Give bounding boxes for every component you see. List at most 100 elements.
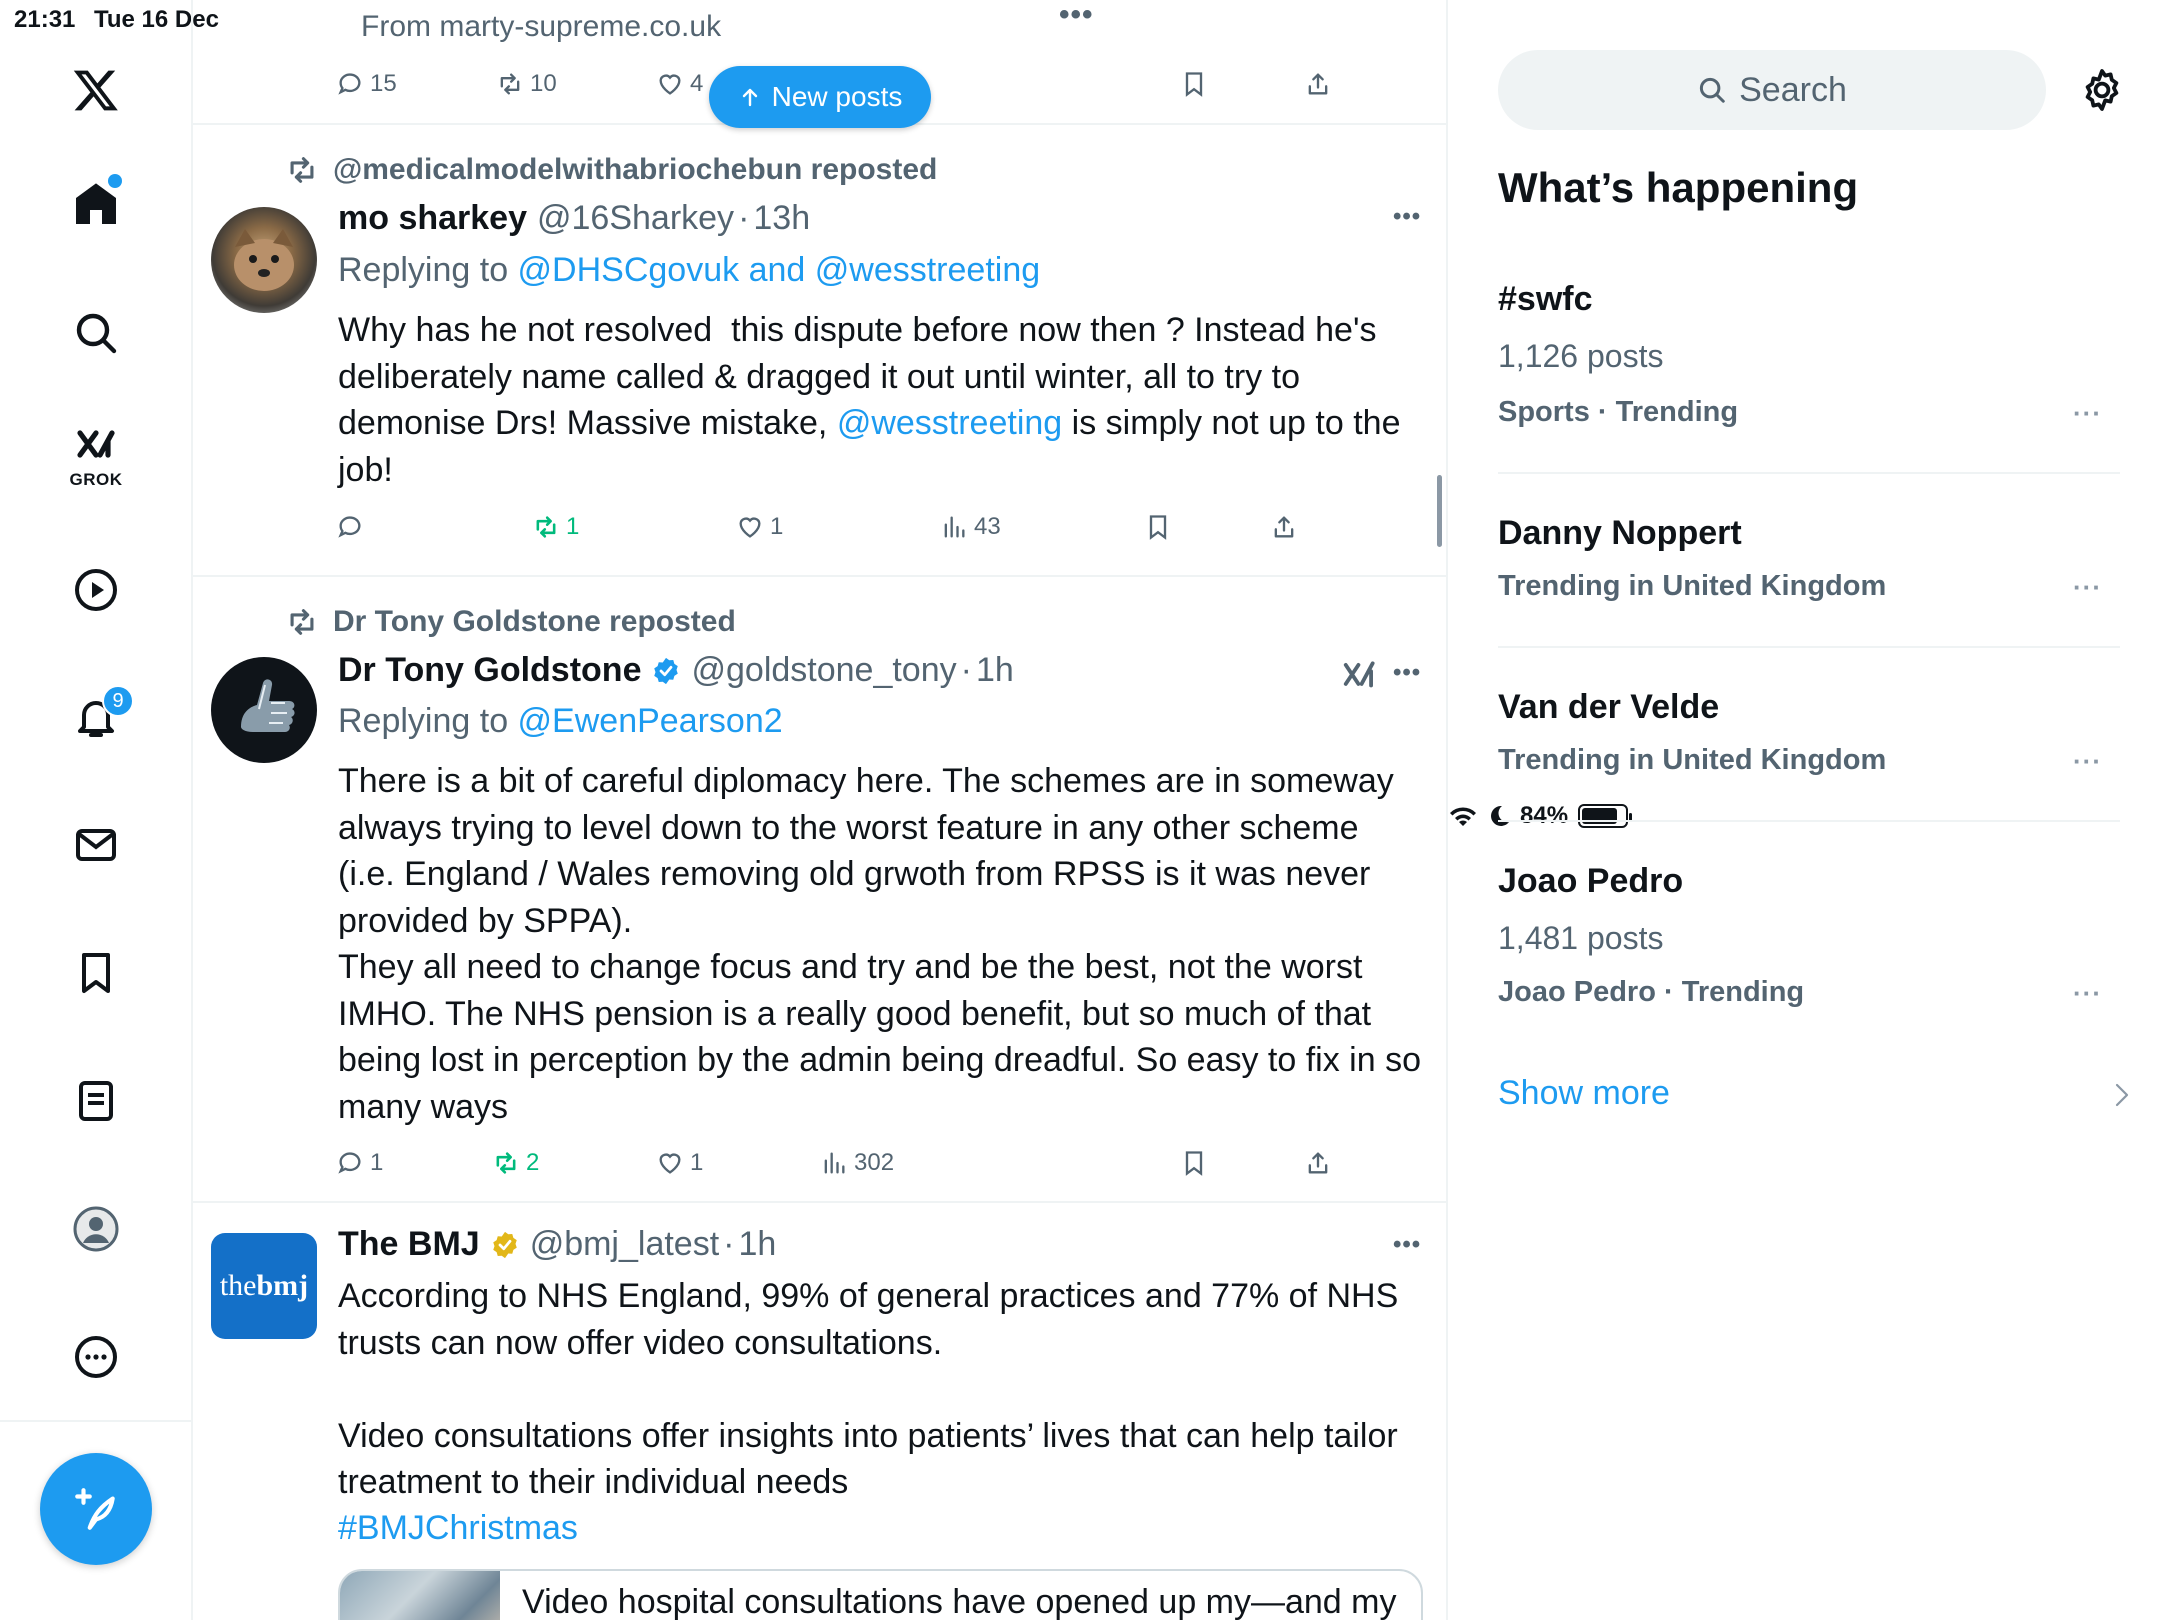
author-name[interactable]: The BMJ (338, 1225, 480, 1264)
trend-item[interactable]: Danny Noppert Trending in United Kingdom… (1498, 474, 2120, 648)
xray-hand-avatar (241, 679, 295, 732)
repost-button[interactable]: 10 (496, 64, 557, 104)
compose-feather-icon (75, 1488, 115, 1530)
nav-more[interactable] (56, 1317, 136, 1397)
trend-item[interactable]: #swfc 1,126 posts Sports · Trending ··· (1498, 270, 2120, 474)
post-time[interactable]: 13h (753, 199, 810, 238)
post-text: Why has he not resolved this dispute bef… (338, 307, 1423, 493)
reply-button[interactable]: 15 (336, 64, 397, 104)
views-button[interactable]: 43 (940, 507, 1001, 547)
nav-grok[interactable]: GROK (56, 420, 136, 500)
repost-button[interactable]: 2 (492, 1143, 539, 1183)
nav-notifications[interactable]: 9 (56, 677, 136, 757)
bookmark-button[interactable] (1180, 64, 1208, 104)
like-button[interactable]: 4 (656, 64, 703, 104)
gold-verified-badge-icon (492, 1231, 517, 1258)
trend-item[interactable]: Joao Pedro 1,481 posts Joao Pedro · Tren… (1498, 822, 2120, 1046)
x-logo-icon[interactable] (56, 50, 136, 130)
search-input[interactable]: Search (1498, 50, 2046, 130)
nav-messages[interactable] (56, 805, 136, 885)
more-options-icon[interactable]: ••• (1393, 1231, 1421, 1259)
more-options-icon[interactable]: ••• (1059, 0, 1094, 32)
replying-to-link[interactable]: @EwenPearson2 (518, 702, 783, 740)
search-icon (76, 313, 117, 354)
share-button[interactable] (1304, 64, 1332, 104)
post-mo-sharkey[interactable]: @medicalmodelwithabriochebun reposted mo… (193, 125, 1446, 577)
bookmark-icon (82, 953, 110, 993)
search-icon (1700, 77, 1725, 103)
like-button[interactable]: 1 (736, 507, 783, 547)
more-options-icon[interactable]: ··· (2073, 572, 2102, 603)
timeline[interactable]: From marty-supreme.co.uk ••• 15 10 4 New… (193, 0, 1448, 1620)
compose-button[interactable] (40, 1453, 152, 1565)
profile-avatar-icon (73, 1206, 119, 1252)
verified-badge-icon (654, 657, 679, 684)
avatar[interactable] (211, 657, 317, 763)
post-header: The BMJ @bmj_latest · 1h (338, 1225, 776, 1264)
chevron-right-icon[interactable] (2112, 1080, 2132, 1110)
nav-home[interactable] (56, 164, 136, 244)
nav-profile[interactable] (56, 1189, 136, 1269)
repost-button[interactable]: 1 (532, 507, 579, 547)
post-source[interactable]: From marty-supreme.co.uk (361, 10, 721, 44)
reply-button[interactable]: 1 (336, 1143, 383, 1183)
more-options-icon[interactable]: ··· (2073, 398, 2102, 429)
more-options-icon[interactable]: ••• (1393, 203, 1421, 231)
repost-icon (290, 609, 314, 635)
bmj-logo-text: the (219, 1269, 257, 1302)
more-options-icon[interactable]: ••• (1393, 659, 1421, 687)
grok-icon[interactable] (1341, 657, 1379, 695)
scrollbar-thumb[interactable] (1437, 475, 1442, 547)
nav-bookmarks[interactable] (56, 933, 136, 1013)
grok-label: GROK (69, 470, 123, 489)
share-button[interactable] (1270, 507, 1298, 547)
nav-explore[interactable] (56, 293, 136, 373)
post-actions: 1 2 1 302 (336, 1143, 1336, 1183)
gear-icon[interactable] (2078, 66, 2126, 114)
post-time[interactable]: 1h (976, 651, 1014, 690)
share-button[interactable] (1304, 1143, 1332, 1183)
bookmark-button[interactable] (1180, 1143, 1208, 1183)
post-time[interactable]: 1h (739, 1225, 777, 1264)
mention-link[interactable]: @wesstreeting (837, 404, 1062, 442)
author-handle[interactable]: @goldstone_tony (691, 651, 956, 690)
avatar[interactable] (211, 207, 317, 313)
separator-dot: · (960, 651, 972, 689)
more-options-icon[interactable]: ··· (2073, 978, 2102, 1009)
bookmark-icon (1149, 515, 1167, 540)
reposted-by[interactable]: @medicalmodelwithabriochebun reposted (333, 153, 937, 187)
replying-to: Replying to @DHSCgovuk and @wesstreeting (338, 251, 1040, 290)
more-options-icon[interactable]: ··· (2073, 746, 2102, 777)
like-button[interactable]: 1 (656, 1143, 703, 1183)
heart-icon (659, 1153, 681, 1174)
repost-icon (500, 73, 520, 95)
author-name[interactable]: Dr Tony Goldstone (338, 651, 641, 690)
author-handle[interactable]: @bmj_latest (530, 1225, 719, 1264)
search-placeholder: Search (1739, 70, 1847, 109)
replying-to-link[interactable]: @DHSCgovuk and @wesstreeting (518, 251, 1041, 289)
post-the-bmj[interactable]: the bmj The BMJ @bmj_latest · 1h ••• Acco… (193, 1203, 1446, 1620)
post-tony-goldstone[interactable]: Dr Tony Goldstone reposted Dr Tony Golds… (193, 577, 1446, 1203)
views-button[interactable]: 302 (820, 1143, 894, 1183)
avatar[interactable]: the bmj (211, 1233, 317, 1339)
post-text: There is a bit of careful diplomacy here… (338, 762, 1422, 1126)
trend-item[interactable]: Van der Velde Trending in United Kingdom… (1498, 648, 2120, 822)
new-posts-button[interactable]: New posts (709, 66, 931, 128)
show-more-link[interactable]: Show more (1498, 1074, 1670, 1113)
hashtag-link[interactable]: #BMJChristmas (338, 1505, 1423, 1552)
nav-lists[interactable] (56, 1061, 136, 1141)
trend-meta: Trending in United Kingdom (1498, 744, 1887, 776)
bookmark-icon (1185, 72, 1203, 97)
author-name[interactable]: mo sharkey (338, 199, 527, 238)
replying-prefix: Replying to (338, 702, 518, 740)
nav-video[interactable] (56, 550, 136, 630)
link-preview-card[interactable]: Video hospital consultations have opened… (338, 1569, 1423, 1620)
replying-to: Replying to @EwenPearson2 (338, 702, 783, 741)
list-icon (79, 1081, 113, 1121)
author-handle[interactable]: @16Sharkey (537, 199, 734, 238)
reposted-by[interactable]: Dr Tony Goldstone reposted (333, 605, 736, 639)
reply-button[interactable] (336, 507, 370, 547)
trend-name: #swfc (1498, 280, 1593, 318)
bookmark-button[interactable] (1144, 507, 1172, 547)
repost-count: 10 (530, 70, 557, 97)
